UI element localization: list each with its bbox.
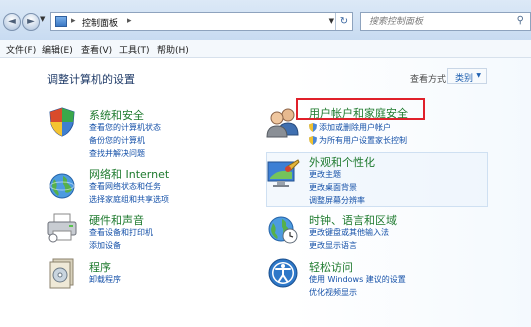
clock-globe-icon[interactable]	[267, 213, 299, 245]
link-find-fix-problems[interactable]: 查找并解决问题	[89, 148, 145, 159]
menu-help[interactable]: 帮助(H)	[157, 43, 189, 56]
view-by-dropdown[interactable]: 类别 ▼	[447, 68, 487, 84]
forward-arrow-icon: ►	[27, 16, 35, 27]
ease-of-access-icon[interactable]	[267, 257, 299, 289]
view-by-label: 查看方式:	[410, 75, 450, 85]
menu-file[interactable]: 文件(F)	[6, 43, 36, 56]
address-field[interactable]: ▸ 控制面板 ▸ ▼ ↻	[50, 12, 353, 31]
link-windows-recommended-settings[interactable]: 使用 Windows 建议的设置	[309, 274, 406, 285]
appearance-monitor-icon[interactable]	[266, 158, 300, 190]
link-change-display-language[interactable]: 更改显示语言	[309, 240, 357, 251]
link-add-device[interactable]: 添加设备	[89, 240, 121, 251]
link-adjust-resolution[interactable]: 调整屏幕分辨率	[309, 195, 365, 206]
category-title-network[interactable]: 网络和 Internet	[89, 166, 169, 182]
refresh-button[interactable]: ↻	[335, 13, 352, 30]
menu-edit[interactable]: 编辑(E)	[42, 43, 73, 56]
page-title: 调整计算机的设置	[47, 73, 135, 86]
link-parental-controls[interactable]: 为所有用户设置家长控制	[319, 135, 407, 146]
breadcrumb-control-panel[interactable]: 控制面板	[82, 16, 118, 29]
programs-icon[interactable]	[47, 257, 77, 289]
link-homegroup-sharing[interactable]: 选择家庭组和共享选项	[89, 194, 169, 205]
users-icon[interactable]	[266, 106, 300, 138]
category-title-clock[interactable]: 时钟、语言和区域	[309, 212, 397, 228]
menu-view[interactable]: 查看(V)	[81, 43, 112, 56]
control-panel-icon	[55, 16, 67, 27]
breadcrumb-separator-icon[interactable]: ▸	[71, 16, 76, 26]
link-uninstall-program[interactable]: 卸载程序	[89, 274, 121, 285]
link-change-theme[interactable]: 更改主题	[309, 169, 341, 180]
uac-shield-icon	[309, 136, 317, 145]
link-optimize-visual-display[interactable]: 优化视频显示	[309, 287, 357, 298]
network-globe-icon[interactable]	[46, 169, 78, 201]
back-button[interactable]: ◄	[3, 13, 21, 31]
category-title-system-security[interactable]: 系统和安全	[89, 107, 144, 123]
search-input[interactable]	[369, 14, 509, 29]
back-arrow-icon: ◄	[8, 16, 16, 27]
menu-tools[interactable]: 工具(T)	[119, 43, 150, 56]
link-change-keyboard[interactable]: 更改键盘或其他输入法	[309, 227, 389, 238]
uac-shield-icon	[309, 123, 317, 132]
shield-icon[interactable]	[46, 106, 78, 138]
search-icon[interactable]: ⚲	[517, 15, 524, 26]
printer-icon[interactable]	[45, 211, 79, 243]
link-view-computer-status[interactable]: 查看您的计算机状态	[89, 122, 161, 133]
category-title-user-accounts[interactable]: 用户帐户和家庭安全	[309, 105, 408, 121]
link-view-network-status[interactable]: 查看网络状态和任务	[89, 181, 161, 192]
view-by-value: 类别	[455, 74, 474, 84]
menu-bar: 文件(F) 编辑(E) 查看(V) 工具(T) 帮助(H)	[0, 40, 531, 58]
link-change-desktop-background[interactable]: 更改桌面背景	[309, 182, 357, 193]
category-title-programs[interactable]: 程序	[89, 259, 111, 275]
category-title-hardware[interactable]: 硬件和声音	[89, 212, 144, 228]
breadcrumb-separator-icon[interactable]: ▸	[127, 16, 132, 26]
category-title-appearance[interactable]: 外观和个性化	[309, 154, 375, 170]
chevron-down-icon: ▼	[476, 72, 481, 79]
address-bar: ◄ ► ▼ ▸ 控制面板 ▸ ▼ ↻ ⚲	[0, 0, 531, 40]
address-dropdown-icon[interactable]: ▼	[329, 17, 334, 25]
category-title-ease-of-access[interactable]: 轻松访问	[309, 259, 353, 275]
link-view-devices-printers[interactable]: 查看设备和打印机	[89, 227, 153, 238]
forward-button[interactable]: ►	[22, 13, 40, 31]
link-backup-computer[interactable]: 备份您的计算机	[89, 135, 145, 146]
link-add-remove-accounts[interactable]: 添加或删除用户帐户	[319, 122, 391, 133]
search-box[interactable]: ⚲	[360, 12, 531, 31]
recent-pages-dropdown-icon[interactable]: ▼	[40, 15, 45, 23]
content-area: 调整计算机的设置 查看方式: 类别 ▼ 系统和安全 查看您的计算机状态 备份您的…	[0, 58, 531, 327]
